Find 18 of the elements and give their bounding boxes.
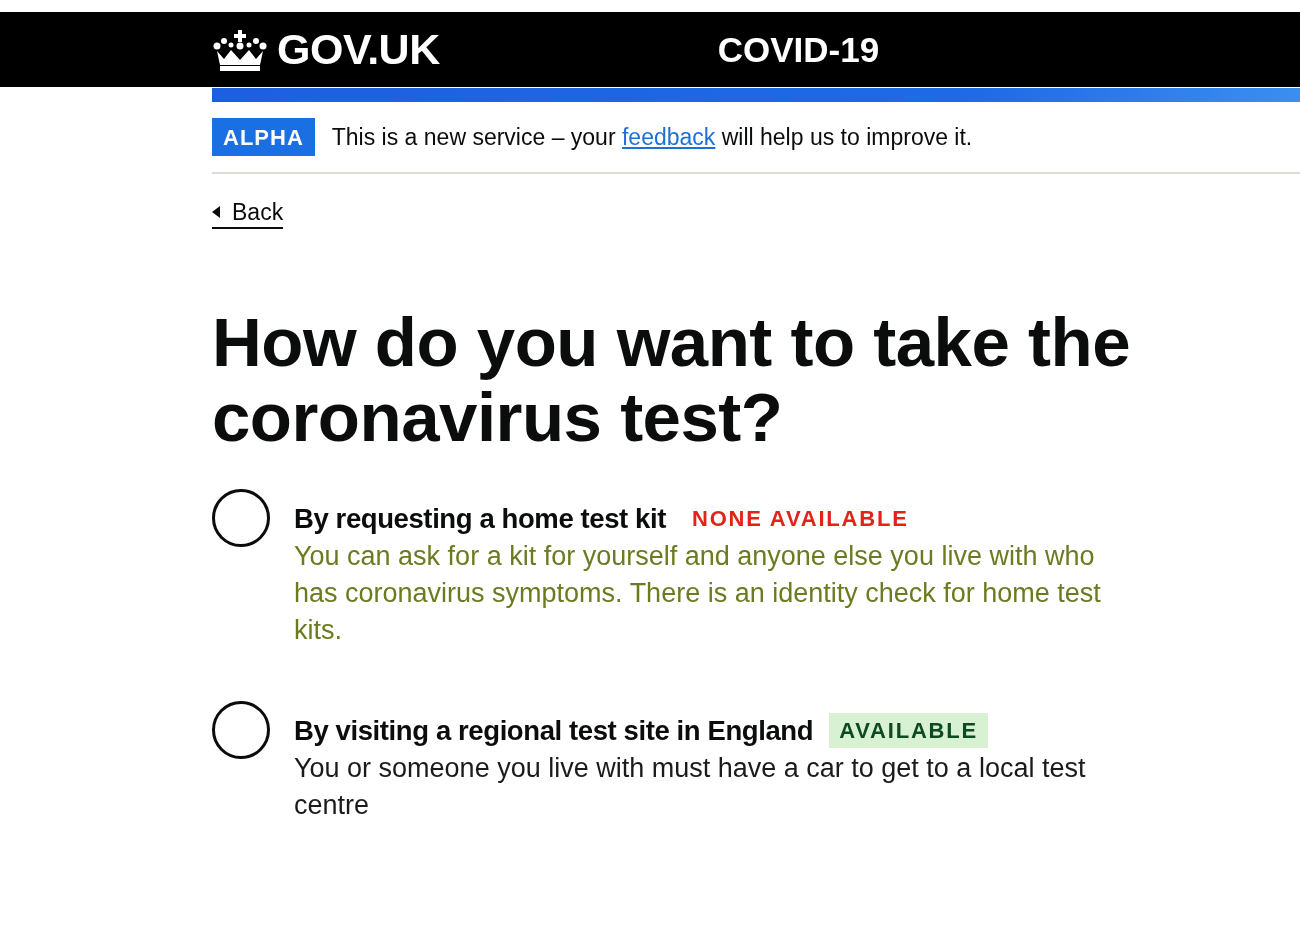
govuk-logo-link[interactable]: GOV.UK — [212, 28, 440, 71]
option-hint: You can ask for a kit for yourself and anyone else you live with who has coronavirus symptoms. There is an identity check for home test kits. — [294, 540, 1102, 647]
crown-icon — [212, 28, 268, 71]
phase-tag: ALPHA — [212, 118, 315, 156]
option-label[interactable]: By requesting a home test kit — [294, 501, 666, 536]
availability-tag: AVAILABLE — [829, 713, 988, 748]
back-link[interactable]: Back — [212, 198, 284, 229]
option-hint: You or someone you live with must have a car to get to a local test centre — [294, 752, 1087, 822]
option-label[interactable]: By visiting a regional test site in England — [294, 713, 814, 748]
phase-banner-text: This is a new service – your feedback will help us to improve it. — [331, 123, 973, 151]
feedback-link[interactable]: feedback — [621, 124, 716, 150]
availability-tag: NONE AVAILABLE — [681, 501, 919, 536]
page-heading: How do you want to take the coronavirus test? — [212, 305, 1132, 455]
radio-button[interactable] — [212, 701, 270, 759]
logo-text: GOV.UK — [277, 28, 440, 71]
caret-left-icon — [212, 206, 220, 218]
radio-button[interactable] — [212, 489, 270, 547]
service-name-link[interactable]: COVID-19 — [717, 32, 880, 67]
